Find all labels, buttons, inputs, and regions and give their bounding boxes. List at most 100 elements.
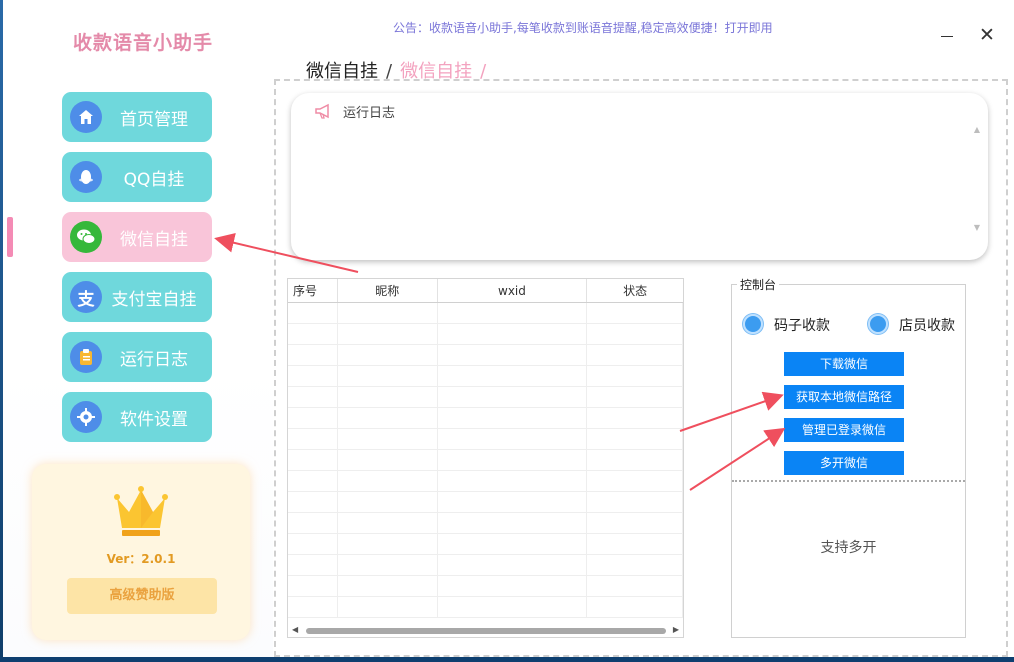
- table-row[interactable]: [288, 534, 683, 555]
- table-cell: [587, 366, 683, 386]
- table-row[interactable]: [288, 492, 683, 513]
- table-row[interactable]: [288, 303, 683, 324]
- scroll-left-icon[interactable]: ◀: [292, 625, 298, 634]
- scrollbar-thumb[interactable]: [306, 628, 666, 634]
- table-cell: [587, 597, 683, 617]
- table-cell: [338, 534, 438, 554]
- table-cell: [338, 366, 438, 386]
- sidebar-item-alipay[interactable]: 支 支付宝自挂: [62, 272, 212, 322]
- table-cell: [587, 303, 683, 323]
- table-row[interactable]: [288, 555, 683, 576]
- table-row[interactable]: [288, 450, 683, 471]
- support-text: 支持多开: [820, 540, 877, 556]
- column-header[interactable]: 昵称: [338, 279, 438, 302]
- sidebar-item-label: QQ自挂: [123, 169, 185, 190]
- close-icon: ✕: [979, 24, 995, 46]
- sidebar-item-qq[interactable]: QQ自挂: [62, 152, 212, 202]
- log-title: 运行日志: [343, 106, 396, 121]
- table-cell: [587, 345, 683, 365]
- table-row[interactable]: [288, 345, 683, 366]
- vip-card: Ver：2.0.1 高级赞助版: [32, 464, 250, 640]
- get-wechat-path-button[interactable]: 获取本地微信路径: [784, 385, 904, 409]
- horizontal-scrollbar[interactable]: ◀ ▶: [288, 623, 683, 637]
- table-row[interactable]: [288, 471, 683, 492]
- table-cell: [338, 555, 438, 575]
- radio-clerk-payment[interactable]: [868, 314, 888, 334]
- table-cell: [288, 492, 338, 512]
- scroll-down-icon[interactable]: ▼: [974, 223, 980, 232]
- table-cell: [587, 492, 683, 512]
- active-indicator: [7, 217, 13, 257]
- table-cell: [587, 450, 683, 470]
- download-wechat-button[interactable]: 下载微信: [784, 352, 904, 376]
- manage-logged-wechat-button[interactable]: 管理已登录微信: [784, 418, 904, 442]
- table-cell: [338, 429, 438, 449]
- table-row[interactable]: [288, 408, 683, 429]
- table-row[interactable]: [288, 324, 683, 345]
- table-cell: [438, 387, 588, 407]
- table-row[interactable]: [288, 597, 683, 618]
- table-cell: [288, 429, 338, 449]
- table-body: [288, 303, 683, 625]
- table-row[interactable]: [288, 387, 683, 408]
- table-cell: [587, 324, 683, 344]
- column-header[interactable]: wxid: [438, 279, 588, 302]
- scroll-up-icon[interactable]: ▲: [974, 125, 980, 134]
- table-cell: [288, 513, 338, 533]
- table-cell: [438, 450, 588, 470]
- table-cell: [438, 555, 588, 575]
- sidebar-item-label: 运行日志: [120, 349, 188, 370]
- divider: [732, 480, 965, 482]
- version-label: Ver：2.0.1: [106, 552, 176, 566]
- desktop-edge-bottom: [0, 657, 1014, 662]
- account-table[interactable]: 序号 昵称 wxid 状态 ◀ ▶: [287, 278, 684, 638]
- table-cell: [587, 471, 683, 491]
- table-row[interactable]: [288, 513, 683, 534]
- table-cell: [338, 576, 438, 596]
- sidebar-item-label: 首页管理: [120, 109, 188, 130]
- table-cell: [338, 303, 438, 323]
- close-button[interactable]: ✕: [976, 24, 998, 46]
- sidebar-item-settings[interactable]: 软件设置: [62, 392, 212, 442]
- table-cell: [338, 513, 438, 533]
- scroll-right-icon[interactable]: ▶: [673, 625, 679, 634]
- app-title: 收款语音小助手: [73, 32, 214, 54]
- control-panel-title: 控制台: [737, 276, 780, 293]
- table-cell: [338, 387, 438, 407]
- table-cell: [438, 534, 588, 554]
- table-cell: [338, 408, 438, 428]
- radio-label: 码子收款: [774, 318, 830, 334]
- table-cell: [438, 408, 588, 428]
- table-cell: [288, 597, 338, 617]
- sidebar-item-home[interactable]: 首页管理: [62, 92, 212, 142]
- table-row[interactable]: [288, 576, 683, 597]
- table-cell: [587, 555, 683, 575]
- table-row[interactable]: [288, 366, 683, 387]
- notice-text: 公告：收款语音小助手,每笔收款到账语音提醒,稳定高效便捷！打开即用: [393, 21, 773, 35]
- table-cell: [288, 534, 338, 554]
- column-header[interactable]: 序号: [288, 279, 338, 302]
- table-cell: [338, 324, 438, 344]
- table-cell: [338, 597, 438, 617]
- sidebar-item-wechat[interactable]: 微信自挂: [62, 212, 212, 262]
- table-row[interactable]: [288, 429, 683, 450]
- table-cell: [438, 576, 588, 596]
- radio-code-payment[interactable]: [743, 314, 763, 334]
- premium-button[interactable]: 高级赞助版: [67, 578, 217, 614]
- sidebar-item-label: 软件设置: [120, 409, 188, 430]
- minimize-button[interactable]: [941, 24, 955, 48]
- table-cell: [587, 429, 683, 449]
- table-cell: [438, 366, 588, 386]
- column-header[interactable]: 状态: [587, 279, 683, 302]
- sidebar-item-label: 支付宝自挂: [111, 289, 197, 310]
- table-cell: [288, 471, 338, 491]
- table-cell: [438, 471, 588, 491]
- sidebar-item-label: 微信自挂: [120, 229, 188, 250]
- sidebar-item-log[interactable]: 运行日志: [62, 332, 212, 382]
- log-panel[interactable]: 运行日志 ▲ ▼: [291, 93, 988, 260]
- multi-open-wechat-button[interactable]: 多开微信: [784, 451, 904, 475]
- table-cell: [587, 408, 683, 428]
- table-cell: [288, 555, 338, 575]
- table-cell: [438, 492, 588, 512]
- table-cell: [587, 534, 683, 554]
